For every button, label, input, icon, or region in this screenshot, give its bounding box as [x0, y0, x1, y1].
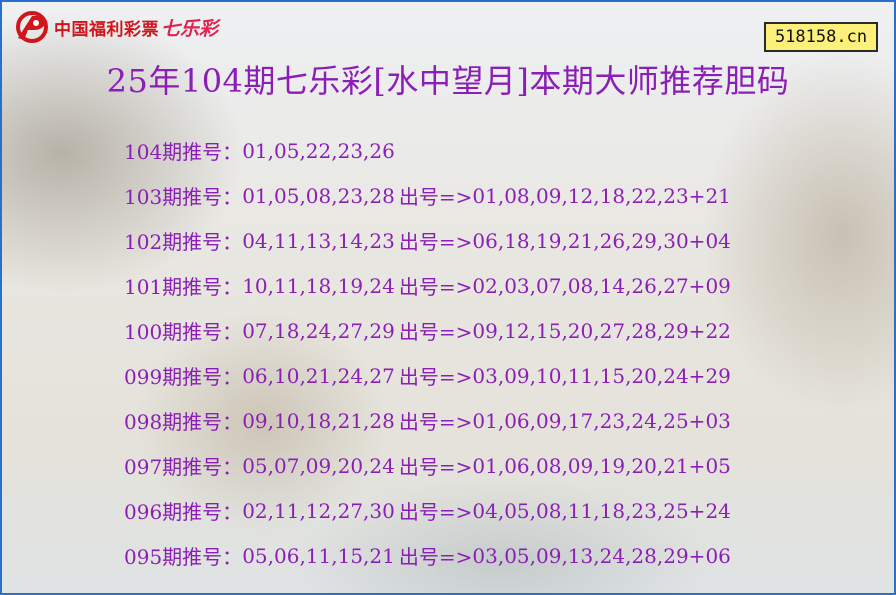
- pick-numbers: 04,11,13,14,23: [242, 228, 395, 253]
- issue-label: 103期推号：: [124, 185, 243, 209]
- issue-label: 099期推号：: [124, 365, 243, 389]
- list-item: 102期推号： 04,11,13,14,23 出号=> 06,18,19,21,26,…: [124, 218, 731, 263]
- page-frame: 中国福利彩票 七乐彩 518158.cn 25年104期七乐彩[水中望月]本期大…: [0, 0, 896, 595]
- result-numbers: 01,06,08,09,19,20,21+05: [472, 453, 731, 478]
- result-numbers: 01,06,09,17,23,24,25+03: [472, 408, 731, 433]
- list-item: 097期推号： 05,07,09,20,24 出号=> 01,06,08,09,19,…: [124, 443, 731, 488]
- list-item: 104期推号： 01,05,22,23,26: [124, 128, 731, 173]
- pick-numbers: 07,18,24,27,29: [242, 318, 395, 343]
- issue-label: 101期推号：: [124, 275, 243, 299]
- issue-label: 102期推号：: [124, 230, 243, 254]
- issue-label: 104期推号：: [124, 140, 243, 164]
- logo-subtitle: 七乐彩: [161, 17, 219, 40]
- site-badge[interactable]: 518158.cn: [764, 22, 878, 52]
- result-numbers: 09,12,15,20,27,28,29+22: [472, 318, 731, 343]
- pick-numbers: 10,11,18,19,24: [242, 273, 395, 298]
- lottery-logo: 中国福利彩票 七乐彩: [12, 8, 218, 46]
- pick-numbers: 05,06,11,15,21: [242, 543, 395, 568]
- list-item: 101期推号： 10,11,18,19,24 出号=> 02,03,07,08,14,…: [124, 263, 731, 308]
- list-item: 103期推号： 01,05,08,23,28 出号=> 01,08,09,12,18,…: [124, 173, 731, 218]
- list-item: 095期推号： 05,06,11,15,21 出号=> 03,05,09,13,24,…: [124, 533, 731, 578]
- result-label: 出号=>: [398, 320, 473, 344]
- result-label: 出号=>: [398, 185, 473, 209]
- welfare-lottery-logo-icon: [16, 11, 48, 43]
- result-numbers: 04,05,08,11,18,23,25+24: [472, 498, 731, 523]
- list-item: 099期推号： 06,10,21,24,27 出号=> 03,09,10,11,15,…: [124, 353, 731, 398]
- result-label: 出号=>: [398, 365, 473, 389]
- result-label: 出号=>: [398, 410, 473, 434]
- issue-label: 096期推号：: [124, 500, 243, 524]
- pick-numbers: 02,11,12,27,30: [242, 498, 395, 523]
- logo-text: 中国福利彩票: [54, 19, 159, 40]
- result-label: 出号=>: [398, 545, 473, 569]
- page-title: 25年104期七乐彩[水中望月]本期大师推荐胆码: [106, 62, 790, 100]
- issue-label: 098期推号：: [124, 410, 243, 434]
- result-numbers: 03,05,09,13,24,28,29+06: [472, 543, 731, 568]
- list-item: 096期推号： 02,11,12,27,30 出号=> 04,05,08,11,18,…: [124, 488, 731, 533]
- result-label: 出号=>: [398, 455, 473, 479]
- list-item: 098期推号： 09,10,18,21,28 出号=> 01,06,09,17,23,…: [124, 398, 731, 443]
- issue-label: 097期推号：: [124, 455, 243, 479]
- result-label: 出号=>: [398, 275, 473, 299]
- result-numbers: 06,18,19,21,26,29,30+04: [472, 228, 731, 253]
- issue-label: 100期推号：: [124, 320, 243, 344]
- result-numbers: 03,09,10,11,15,20,24+29: [472, 363, 731, 388]
- pick-numbers: 09,10,18,21,28: [242, 408, 395, 433]
- list-item: 100期推号： 07,18,24,27,29 出号=> 09,12,15,20,27,…: [124, 308, 731, 353]
- result-numbers: 02,03,07,08,14,26,27+09: [472, 273, 731, 298]
- pick-numbers: 01,05,22,23,26: [242, 138, 395, 163]
- issue-label: 095期推号：: [124, 545, 243, 569]
- result-numbers: 01,08,09,12,18,22,23+21: [472, 183, 731, 208]
- pick-numbers: 06,10,21,24,27: [242, 363, 395, 388]
- pick-numbers: 01,05,08,23,28: [242, 183, 395, 208]
- result-label: 出号=>: [398, 230, 473, 254]
- pick-numbers: 05,07,09,20,24: [242, 453, 395, 478]
- prediction-list: 104期推号： 01,05,22,23,26 103期推号： 01,05,08,23,…: [124, 128, 731, 578]
- result-label: 出号=>: [398, 500, 473, 524]
